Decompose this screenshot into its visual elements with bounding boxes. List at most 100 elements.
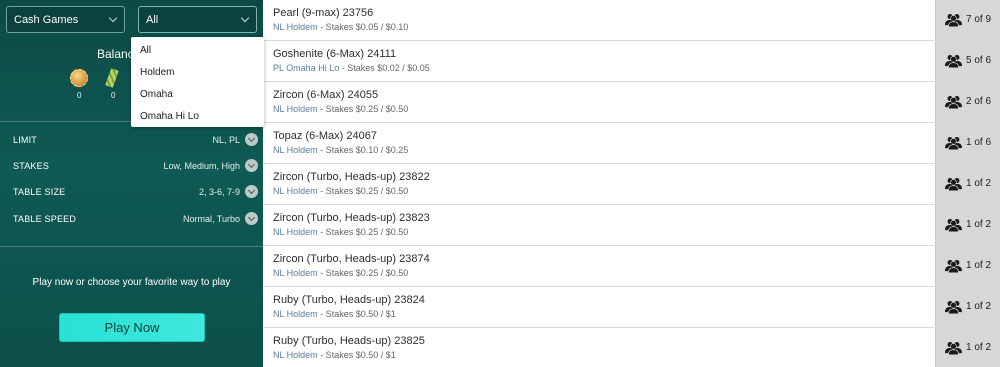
table-stakes: - Stakes $0.50 / $1 [317, 309, 396, 319]
table-name: Pearl (9-max) 23756 [273, 7, 374, 19]
table-stakes: - Stakes $0.05 / $0.10 [317, 22, 409, 32]
dropdown-option-all[interactable]: All [131, 40, 264, 62]
table-game-type: PL Omaha Hi Lo [273, 63, 340, 73]
filter-table-speed-label: TABLE SPEED [13, 214, 77, 224]
table-details: NL Holdem - Stakes $0.05 / $0.10 [273, 22, 408, 32]
table-details: NL Holdem - Stakes $0.50 / $1 [273, 309, 396, 319]
table-details: NL Holdem - Stakes $0.10 / $0.25 [273, 145, 408, 155]
chevron-down-circle-icon[interactable] [245, 212, 258, 225]
table-stakes: - Stakes $0.25 / $0.50 [317, 104, 409, 114]
table-game-type: NL Holdem [273, 268, 318, 278]
users-icon [945, 13, 962, 28]
seats-indicator: 2 of 6 [935, 82, 1000, 123]
table-name: Zircon (Turbo, Heads-up) 23822 [273, 171, 430, 183]
table-name: Zircon (Turbo, Heads-up) 23823 [273, 212, 430, 224]
table-name: Ruby (Turbo, Heads-up) 23824 [273, 294, 425, 306]
chevron-down-icon [108, 13, 118, 23]
variant-dropdown-menu: All Holdem Omaha Omaha Hi Lo [131, 37, 264, 127]
seats-count: 1 of 2 [966, 301, 992, 312]
table-stakes: - Stakes $0.50 / $1 [317, 350, 396, 360]
table-name: Zircon (6-Max) 24055 [273, 89, 379, 101]
table-game-type: NL Holdem [273, 22, 318, 32]
table-row[interactable]: Pearl (9-max) 23756 NL Holdem - Stakes $0… [263, 0, 1000, 41]
seats-indicator: 7 of 9 [935, 0, 1000, 41]
filter-limit[interactable]: LIMIT NL, PL [13, 132, 258, 150]
ticket-balance: 0 [111, 91, 116, 100]
table-game-type: NL Holdem [273, 104, 318, 114]
chevron-down-circle-icon[interactable] [245, 159, 258, 172]
seats-indicator: 1 of 2 [935, 287, 1000, 328]
seats-count: 1 of 2 [966, 219, 992, 230]
table-row[interactable]: Ruby (Turbo, Heads-up) 23825 NL Holdem - … [263, 328, 1000, 367]
table-game-type: NL Holdem [273, 309, 318, 319]
filter-limit-label: LIMIT [13, 135, 38, 145]
gold-coin-icon [70, 69, 88, 87]
users-icon [945, 300, 962, 315]
table-game-type: NL Holdem [273, 186, 318, 196]
seats-count: 2 of 6 [966, 96, 992, 107]
filter-stakes[interactable]: STAKES Low, Medium, High [13, 158, 258, 176]
table-game-type: NL Holdem [273, 145, 318, 155]
table-row[interactable]: Topaz (6-Max) 24067 NL Holdem - Stakes $0… [263, 123, 1000, 164]
table-details: NL Holdem - Stakes $0.25 / $0.50 [273, 268, 408, 278]
table-row[interactable]: Zircon (Turbo, Heads-up) 23874 NL Holdem … [263, 246, 1000, 287]
table-stakes: - Stakes $0.25 / $0.50 [317, 268, 409, 278]
filter-table-speed[interactable]: TABLE SPEED Normal, Turbo [13, 211, 258, 229]
ticket-icon [105, 68, 119, 88]
table-details: PL Omaha Hi Lo - Stakes $0.02 / $0.05 [273, 63, 430, 73]
chevron-down-icon [240, 13, 250, 23]
users-icon [945, 218, 962, 233]
users-icon [945, 95, 962, 110]
table-name: Zircon (Turbo, Heads-up) 23874 [273, 253, 430, 265]
table-game-type: NL Holdem [273, 350, 318, 360]
users-icon [945, 259, 962, 274]
divider [0, 246, 263, 247]
filter-stakes-value: Low, Medium, High [163, 161, 240, 171]
seats-count: 1 of 2 [966, 260, 992, 271]
gold-coin-balance: 0 [77, 91, 82, 100]
table-game-type: NL Holdem [273, 227, 318, 237]
table-name: Goshenite (6-Max) 24111 [273, 48, 397, 60]
seats-indicator: 1 of 2 [935, 205, 1000, 246]
seats-indicator: 1 of 2 [935, 246, 1000, 287]
table-details: NL Holdem - Stakes $0.25 / $0.50 [273, 104, 408, 114]
variant-value: All [146, 13, 159, 26]
table-name: Ruby (Turbo, Heads-up) 23825 [273, 335, 425, 347]
seats-count: 7 of 9 [966, 14, 992, 25]
seats-indicator: 1 of 2 [935, 328, 1000, 367]
table-details: NL Holdem - Stakes $0.25 / $0.50 [273, 227, 408, 237]
seats-count: 1 of 6 [966, 137, 992, 148]
table-stakes: - Stakes $0.10 / $0.25 [317, 145, 409, 155]
table-stakes: - Stakes $0.25 / $0.50 [317, 186, 409, 196]
dropdown-option-omaha-hi-lo[interactable]: Omaha Hi Lo [131, 106, 264, 128]
table-row[interactable]: Zircon (Turbo, Heads-up) 23822 NL Holdem … [263, 164, 1000, 205]
table-row[interactable]: Ruby (Turbo, Heads-up) 23824 NL Holdem - … [263, 287, 1000, 328]
seats-indicator: 5 of 6 [935, 41, 1000, 82]
users-icon [945, 54, 962, 69]
promo-text: Play now or choose your favorite way to … [32, 277, 231, 288]
game-type-select[interactable]: Cash Games [6, 6, 125, 33]
filter-table-speed-value: Normal, Turbo [182, 214, 240, 224]
seats-indicator: 1 of 2 [935, 164, 1000, 205]
chevron-down-circle-icon[interactable] [245, 133, 258, 146]
table-stakes: - Stakes $0.25 / $0.50 [317, 227, 409, 237]
variant-select[interactable]: All [138, 6, 257, 33]
users-icon [945, 136, 962, 151]
table-row[interactable]: Zircon (6-Max) 24055 NL Holdem - Stakes $… [263, 82, 1000, 123]
filter-table-size[interactable]: TABLE SIZE 2, 3-6, 7-9 [13, 184, 258, 202]
dropdown-option-holdem[interactable]: Holdem [131, 62, 264, 84]
seats-count: 1 of 2 [966, 178, 992, 189]
seats-indicator: 1 of 6 [935, 123, 1000, 164]
play-now-button[interactable]: Play Now [59, 313, 205, 342]
dropdown-option-omaha[interactable]: Omaha [131, 84, 264, 106]
table-row[interactable]: Zircon (Turbo, Heads-up) 23823 NL Holdem … [263, 205, 1000, 246]
table-row[interactable]: Goshenite (6-Max) 24111 PL Omaha Hi Lo - … [263, 41, 1000, 82]
table-details: NL Holdem - Stakes $0.25 / $0.50 [273, 186, 408, 196]
filter-table-size-value: 2, 3-6, 7-9 [198, 187, 240, 197]
game-type-value: Cash Games [14, 13, 79, 26]
chevron-down-circle-icon[interactable] [245, 185, 258, 198]
table-details: NL Holdem - Stakes $0.50 / $1 [273, 350, 396, 360]
seats-count: 5 of 6 [966, 55, 992, 66]
table-stakes: - Stakes $0.02 / $0.05 [339, 63, 430, 73]
seats-count: 1 of 2 [966, 342, 992, 353]
